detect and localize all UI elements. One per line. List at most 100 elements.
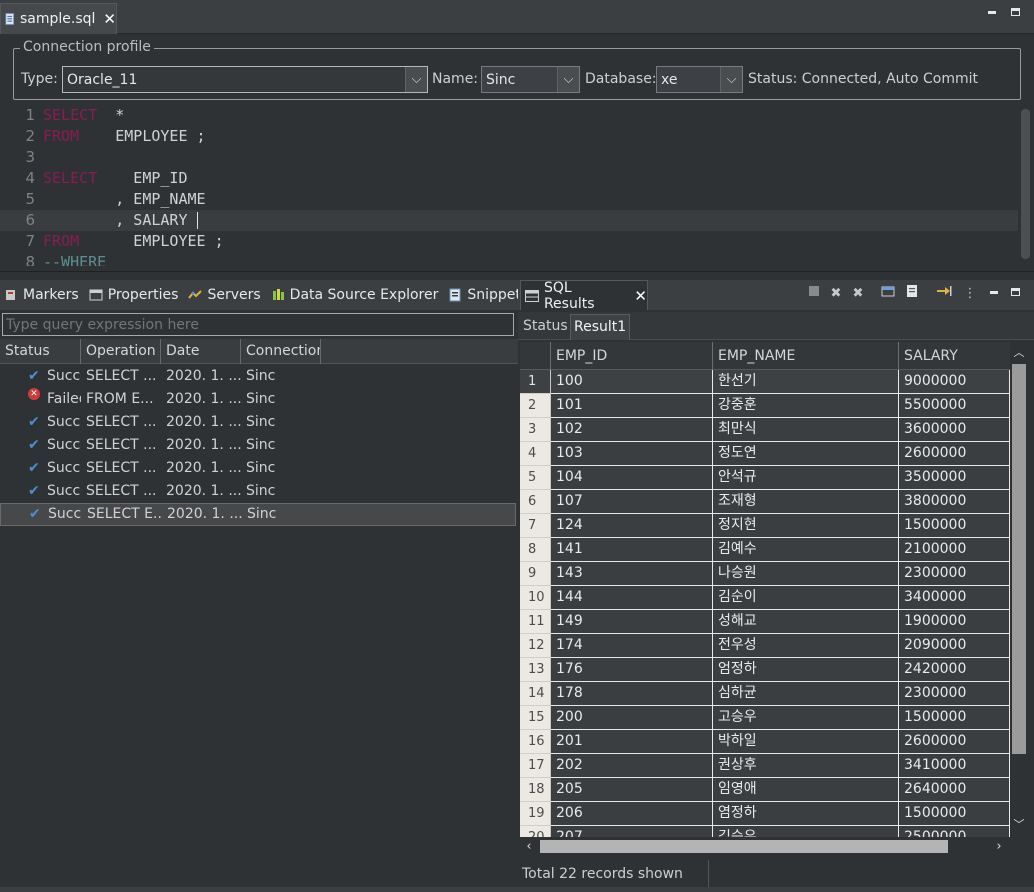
result-row[interactable]: 5 104 안석규 3500000 — [520, 466, 1010, 490]
salary-cell[interactable]: 3400000 — [899, 586, 1010, 610]
result-row[interactable]: 11 149 성해교 1900000 — [520, 610, 1010, 634]
salary-cell[interactable]: 5500000 — [899, 394, 1010, 418]
emp-id-cell[interactable]: 149 — [551, 610, 713, 634]
emp-id-cell[interactable]: 143 — [551, 562, 713, 586]
history-row[interactable]: ✔ Succe SELECT ... 2020. 1. ... Sinc — [0, 411, 516, 434]
history-row[interactable]: ✔ Succe SELECT E... 2020. 1. ... Sinc — [0, 503, 516, 526]
emp-id-cell[interactable]: 201 — [551, 730, 713, 754]
open-result-icon[interactable] — [878, 284, 898, 304]
tab-properties[interactable]: Properties — [85, 280, 185, 310]
emp-name-cell[interactable]: 전우성 — [713, 634, 899, 658]
results-vertical-scrollbar[interactable]: ︿ ﹀ — [1010, 342, 1028, 837]
salary-cell[interactable]: 2090000 — [899, 634, 1010, 658]
tab-servers[interactable]: Servers — [184, 280, 266, 310]
query-expression-input[interactable] — [2, 313, 514, 336]
emp-name-cell[interactable]: 강중훈 — [713, 394, 899, 418]
column-operation[interactable]: Operation — [81, 339, 161, 364]
tab-sql-results[interactable]: SQL Results ✕ — [520, 280, 648, 312]
emp-id-cell[interactable]: 124 — [551, 514, 713, 538]
chevron-down-icon[interactable]: ⌵ — [405, 67, 427, 92]
result-row[interactable]: 16 201 박하일 2600000 — [520, 730, 1010, 754]
salary-cell[interactable]: 3800000 — [899, 490, 1010, 514]
salary-cell[interactable]: 1900000 — [899, 610, 1010, 634]
emp-name-cell[interactable]: 임영애 — [713, 778, 899, 802]
stop-icon[interactable] — [804, 284, 824, 304]
type-select[interactable]: Oracle_11 ⌵ — [62, 66, 428, 93]
emp-id-cell[interactable]: 104 — [551, 466, 713, 490]
emp-name-cell[interactable]: 박하일 — [713, 730, 899, 754]
chevron-up-icon[interactable]: ︿ — [1010, 344, 1028, 362]
close-icon[interactable]: ✕ — [634, 287, 647, 305]
column-connection[interactable]: Connection — [241, 339, 321, 364]
column-salary[interactable]: SALARY — [899, 342, 1010, 370]
result-row[interactable]: 14 178 심하균 2300000 — [520, 682, 1010, 706]
result-row[interactable]: 17 202 권상후 3410000 — [520, 754, 1010, 778]
tab-result1[interactable]: Result1 — [570, 314, 631, 340]
chevron-down-icon[interactable]: ﹀ — [1010, 816, 1028, 834]
minimize-icon[interactable] — [986, 6, 998, 18]
view-menu-icon[interactable]: ⋮ — [960, 284, 980, 304]
minimize-icon[interactable] — [988, 286, 1000, 298]
emp-name-cell[interactable]: 정도연 — [713, 442, 899, 466]
save-result-icon[interactable] — [902, 284, 922, 304]
salary-cell[interactable]: 2300000 — [899, 682, 1010, 706]
tab-status[interactable]: Status — [520, 314, 571, 340]
salary-cell[interactable]: 2640000 — [899, 778, 1010, 802]
result-row[interactable]: 12 174 전우성 2090000 — [520, 634, 1010, 658]
emp-id-cell[interactable]: 206 — [551, 802, 713, 826]
emp-id-cell[interactable]: 207 — [551, 826, 713, 837]
emp-name-cell[interactable]: 나승원 — [713, 562, 899, 586]
emp-id-cell[interactable]: 101 — [551, 394, 713, 418]
result-row[interactable]: 4 103 정도연 2600000 — [520, 442, 1010, 466]
remove-all-icon[interactable]: ✖ — [848, 284, 868, 304]
result-row[interactable]: 9 143 나승원 2300000 — [520, 562, 1010, 586]
history-row[interactable]: ✕ Failed FROM E... 2020. 1. ... Sinc — [0, 388, 516, 411]
result-row[interactable]: 1 100 한선기 9000000 — [520, 370, 1010, 394]
emp-name-cell[interactable]: 김예수 — [713, 538, 899, 562]
history-row[interactable]: ✔ Succe SELECT ... 2020. 1. ... Sinc — [0, 457, 516, 480]
name-select[interactable]: Sinc ⌵ — [481, 66, 580, 93]
salary-cell[interactable]: 1500000 — [899, 514, 1010, 538]
salary-cell[interactable]: 2600000 — [899, 730, 1010, 754]
column-emp-id[interactable]: EMP_ID — [551, 342, 713, 370]
result-row[interactable]: 19 206 염정하 1500000 — [520, 802, 1010, 826]
salary-cell[interactable]: 2300000 — [899, 562, 1010, 586]
history-row[interactable]: ✔ Succe SELECT ... 2020. 1. ... Sinc — [0, 365, 516, 388]
salary-cell[interactable]: 9000000 — [899, 370, 1010, 394]
chevron-down-icon[interactable]: ⌵ — [557, 67, 579, 92]
emp-name-cell[interactable]: 조재형 — [713, 490, 899, 514]
salary-cell[interactable]: 2600000 — [899, 442, 1010, 466]
emp-name-cell[interactable]: 김승우 — [713, 826, 899, 837]
emp-id-cell[interactable]: 141 — [551, 538, 713, 562]
result-row[interactable]: 6 107 조재형 3800000 — [520, 490, 1010, 514]
salary-cell[interactable]: 3500000 — [899, 466, 1010, 490]
remove-icon[interactable]: ✖ — [826, 284, 846, 304]
chevron-right-icon[interactable]: › — [990, 837, 1008, 856]
maximize-icon[interactable] — [1010, 6, 1022, 18]
emp-name-cell[interactable]: 한선기 — [713, 370, 899, 394]
result-row[interactable]: 15 200 고승우 1500000 — [520, 706, 1010, 730]
result-row[interactable]: 13 176 엄정하 2420000 — [520, 658, 1010, 682]
tab-data-source-explorer[interactable]: Data Source Explorer — [267, 280, 445, 310]
emp-name-cell[interactable]: 고승우 — [713, 706, 899, 730]
emp-name-cell[interactable]: 정지현 — [713, 514, 899, 538]
emp-id-cell[interactable]: 107 — [551, 490, 713, 514]
emp-id-cell[interactable]: 202 — [551, 754, 713, 778]
result-row[interactable]: 7 124 정지현 1500000 — [520, 514, 1010, 538]
salary-cell[interactable]: 1500000 — [899, 802, 1010, 826]
salary-cell[interactable]: 3600000 — [899, 418, 1010, 442]
emp-name-cell[interactable]: 심하균 — [713, 682, 899, 706]
database-select[interactable]: xe ⌵ — [656, 66, 743, 93]
emp-id-cell[interactable]: 100 — [551, 370, 713, 394]
emp-name-cell[interactable]: 권상후 — [713, 754, 899, 778]
history-row[interactable]: ✔ Succe SELECT ... 2020. 1. ... Sinc — [0, 480, 516, 503]
sql-code-area[interactable]: 1 SELECT * 2 FROM EMPLOYEE ; 3 4 SELECT EMP_ID… — [0, 104, 1018, 266]
chevron-left-icon[interactable]: ‹ — [520, 837, 538, 856]
salary-cell[interactable]: 3410000 — [899, 754, 1010, 778]
scrollbar-thumb[interactable] — [540, 840, 948, 853]
salary-cell[interactable]: 2420000 — [899, 658, 1010, 682]
result-row[interactable]: 18 205 임영애 2640000 — [520, 778, 1010, 802]
emp-id-cell[interactable]: 176 — [551, 658, 713, 682]
emp-name-cell[interactable]: 엄정하 — [713, 658, 899, 682]
result-row[interactable]: 10 144 김순이 3400000 — [520, 586, 1010, 610]
